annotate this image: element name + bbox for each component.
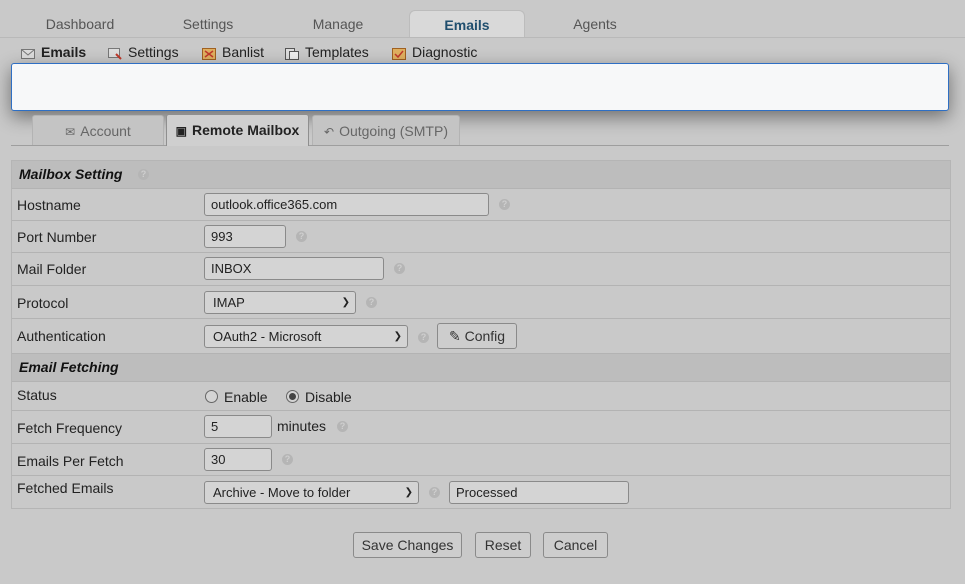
help-icon[interactable]: ? — [282, 454, 293, 465]
subnav-label: Settings — [128, 44, 179, 60]
subnav-templates[interactable]: Templates — [285, 43, 369, 61]
edit-icon: ✎ — [448, 328, 461, 344]
row-hostname: Hostname outlook.office365.com ? — [12, 189, 950, 221]
fetched-emails-select[interactable]: Archive - Move to folder ❯ — [204, 481, 419, 504]
help-icon[interactable]: ? — [394, 263, 405, 274]
chevron-down-icon: ❯ — [404, 487, 413, 498]
row-fetch-frequency: Fetch Frequency 5 minutes ? — [12, 411, 950, 444]
tab-emails[interactable]: Emails — [409, 10, 525, 38]
authentication-label: Authentication — [17, 328, 106, 344]
tab-account[interactable]: ✉ Account — [32, 115, 164, 145]
row-fetched-emails: Fetched Emails Archive - Move to folder … — [12, 476, 950, 508]
row-status: Status Enable Disable — [12, 382, 950, 411]
fetch-frequency-unit: minutes — [277, 418, 327, 434]
enable-radio[interactable] — [205, 390, 218, 403]
hostname-input[interactable]: outlook.office365.com — [204, 193, 489, 216]
tab-label: Remote Mailbox — [191, 122, 300, 138]
authentication-select[interactable]: OAuth2 - Microsoft ❯ — [204, 325, 408, 348]
reply-icon: ↶ — [324, 125, 335, 139]
inbox-icon: ▣ — [175, 124, 187, 138]
settings-tabs: ✉ Account ▣ Remote Mailbox ↶ Outgoing (SMTP… — [11, 112, 949, 146]
tab-dashboard[interactable]: Dashboard — [30, 10, 130, 37]
row-emails-per-fetch: Emails Per Fetch 30 ? — [12, 444, 950, 476]
authentication-value: OAuth2 - Microsoft — [213, 329, 322, 344]
hostname-label: Hostname — [17, 197, 81, 213]
tab-settings[interactable]: Settings — [158, 10, 258, 37]
help-icon[interactable]: ? — [499, 199, 510, 210]
templates-icon — [285, 46, 299, 60]
top-navigation: Dashboard Settings Manage Emails Agents — [0, 0, 965, 38]
row-port: Port Number 993 ? — [12, 221, 950, 253]
settings-icon — [108, 46, 122, 60]
protocol-select[interactable]: IMAP ❯ — [204, 291, 356, 314]
protocol-label: Protocol — [17, 295, 69, 311]
disable-label: Disable — [305, 389, 352, 405]
tab-outgoing-smtp[interactable]: ↶ Outgoing (SMTP) — [312, 115, 460, 145]
mailbox-settings-form: Mailbox Setting ? Hostname outlook.offic… — [11, 160, 951, 509]
port-label: Port Number — [17, 229, 97, 245]
port-input[interactable]: 993 — [204, 225, 286, 248]
section-title: Mailbox Setting — [19, 166, 123, 182]
row-mail-folder: Mail Folder INBOX ? — [12, 253, 950, 286]
config-button[interactable]: ✎ Config — [437, 323, 517, 349]
tab-label: Outgoing (SMTP) — [339, 123, 448, 139]
emails-per-fetch-input[interactable]: 30 — [204, 448, 272, 471]
fetched-folder-input[interactable]: Processed — [449, 481, 629, 504]
tab-remote-mailbox[interactable]: ▣ Remote Mailbox — [166, 114, 309, 146]
reset-button[interactable]: Reset — [475, 532, 531, 558]
protocol-value: IMAP — [213, 295, 245, 310]
help-icon[interactable]: ? — [366, 297, 377, 308]
section-email-fetching: Email Fetching — [12, 354, 950, 382]
subnav-diagnostic[interactable]: Diagnostic — [392, 43, 477, 61]
section-title: Email Fetching — [19, 359, 119, 375]
subnav-banlist[interactable]: Banlist — [202, 43, 264, 61]
tab-label: Account — [80, 123, 131, 139]
tab-agents[interactable]: Agents — [545, 10, 645, 37]
sub-navigation: Emails Settings Banlist Templates Diagno… — [0, 37, 965, 64]
help-icon[interactable]: ? — [418, 332, 429, 343]
overlay-search-bar[interactable] — [11, 63, 949, 111]
subnav-label: Templates — [305, 44, 369, 60]
fetched-emails-label: Fetched Emails — [17, 480, 114, 496]
fetch-frequency-input[interactable]: 5 — [204, 415, 272, 438]
disable-radio[interactable] — [286, 390, 299, 403]
help-icon[interactable]: ? — [138, 169, 149, 180]
subnav-label: Diagnostic — [412, 44, 478, 60]
row-protocol: Protocol IMAP ❯ ? — [12, 286, 950, 319]
mail-folder-input[interactable]: INBOX — [204, 257, 384, 280]
tab-manage[interactable]: Manage — [288, 10, 388, 37]
row-authentication: Authentication OAuth2 - Microsoft ❯ ? ✎ … — [12, 319, 950, 354]
section-mailbox-setting: Mailbox Setting ? — [12, 161, 950, 189]
fetched-emails-value: Archive - Move to folder — [213, 485, 351, 500]
envelope-icon — [21, 46, 35, 59]
help-icon[interactable]: ? — [337, 421, 348, 432]
subnav-emails[interactable]: Emails — [21, 43, 86, 61]
subnav-label: Emails — [41, 44, 87, 60]
banlist-icon — [202, 46, 216, 60]
status-label: Status — [17, 387, 57, 403]
diagnostic-icon — [392, 46, 406, 60]
emails-per-fetch-label: Emails Per Fetch — [17, 453, 124, 469]
config-label: Config — [464, 328, 506, 344]
help-icon[interactable]: ? — [296, 231, 307, 242]
fetch-frequency-label: Fetch Frequency — [17, 420, 123, 436]
subnav-label: Banlist — [222, 44, 265, 60]
chevron-down-icon: ❯ — [341, 297, 350, 308]
save-changes-button[interactable]: Save Changes — [353, 532, 462, 558]
cancel-button[interactable]: Cancel — [543, 532, 608, 558]
subnav-settings[interactable]: Settings — [108, 43, 179, 61]
enable-label: Enable — [224, 389, 268, 405]
envelope-icon: ✉ — [65, 125, 76, 139]
chevron-down-icon: ❯ — [393, 331, 402, 342]
mail-folder-label: Mail Folder — [17, 261, 87, 277]
help-icon[interactable]: ? — [429, 487, 440, 498]
